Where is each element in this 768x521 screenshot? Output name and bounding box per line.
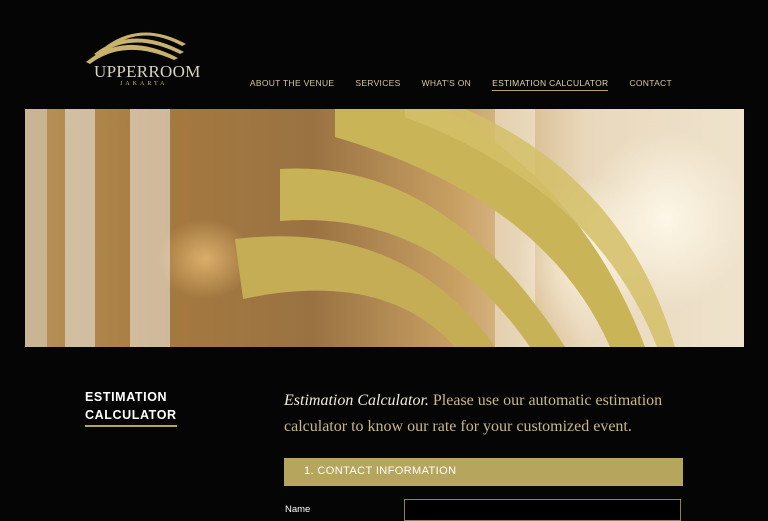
main-nav: ABOUT THE VENUE SERVICES WHAT'S ON ESTIM… bbox=[250, 78, 672, 91]
logo-wordmark: UPPERROOM bbox=[94, 62, 201, 81]
page-title: ESTIMATION CALCULATOR bbox=[85, 388, 177, 427]
logo-city: JAKARTA bbox=[120, 81, 168, 87]
nav-services[interactable]: SERVICES bbox=[355, 78, 400, 91]
nav-about-the-venue[interactable]: ABOUT THE VENUE bbox=[250, 78, 334, 91]
section-title: 1. CONTACT INFORMATION bbox=[304, 465, 457, 477]
intro-text: Estimation Calculator. Please use our au… bbox=[284, 388, 694, 440]
nav-whats-on[interactable]: WHAT'S ON bbox=[422, 78, 472, 91]
nav-contact[interactable]: CONTACT bbox=[629, 78, 672, 91]
contact-information-section-header[interactable]: 1. CONTACT INFORMATION bbox=[284, 458, 683, 486]
hero-banner-image bbox=[25, 109, 744, 347]
name-field[interactable] bbox=[404, 499, 681, 521]
arc-logo-icon bbox=[86, 32, 186, 64]
page-title-line1: ESTIMATION bbox=[85, 390, 168, 404]
upperroom-logo[interactable]: UPPERROOM JAKARTA bbox=[84, 24, 200, 90]
nav-estimation-calculator[interactable]: ESTIMATION CALCULATOR bbox=[492, 78, 609, 91]
page-title-line2: CALCULATOR bbox=[85, 406, 177, 427]
golden-arcs-sculpture bbox=[25, 109, 675, 347]
name-label: Name bbox=[285, 504, 311, 515]
intro-lead: Estimation Calculator. bbox=[284, 392, 429, 409]
